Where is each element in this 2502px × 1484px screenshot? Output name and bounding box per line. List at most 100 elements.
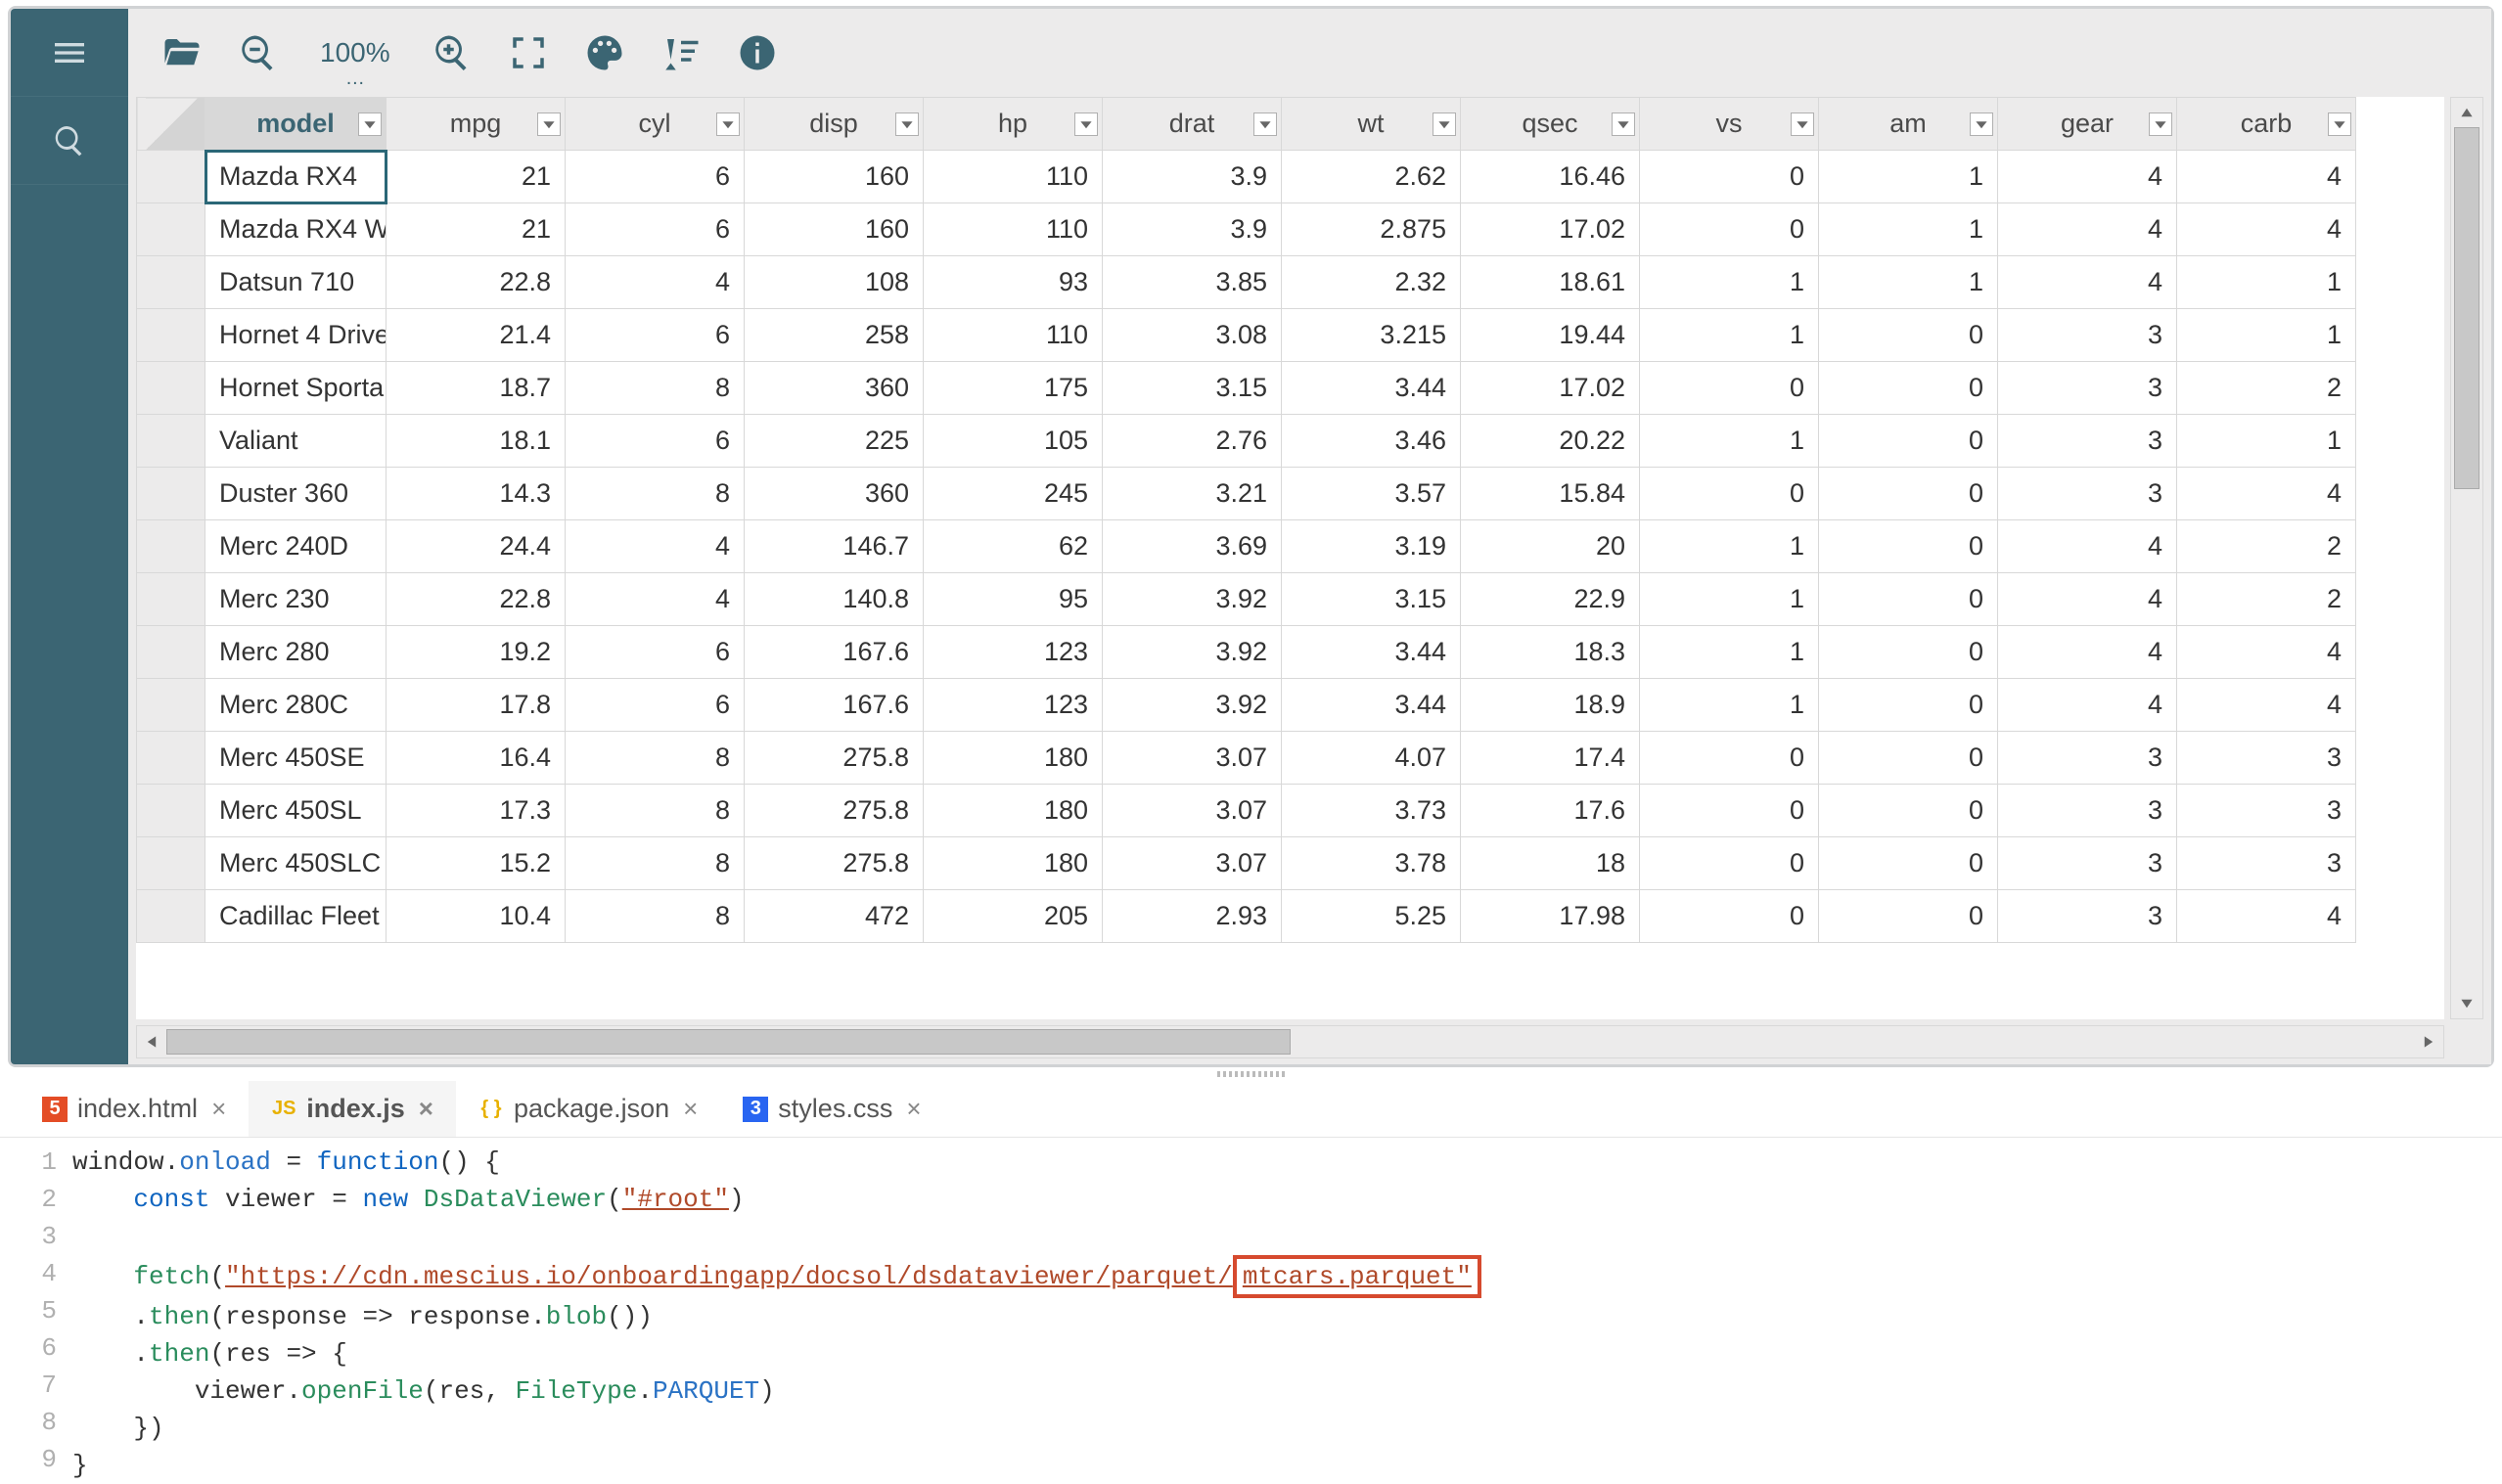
col-header-hp[interactable]: hp: [924, 98, 1103, 151]
cell[interactable]: 10.4: [387, 890, 566, 943]
cell[interactable]: Merc 450SE: [205, 732, 387, 785]
cell[interactable]: 3.92: [1103, 573, 1282, 626]
cell[interactable]: Merc 280C: [205, 679, 387, 732]
cell[interactable]: Hornet Sporta: [205, 362, 387, 415]
cell[interactable]: 4: [566, 573, 745, 626]
open-file-button[interactable]: [161, 32, 203, 73]
cell[interactable]: 21: [387, 203, 566, 256]
sidebar-search-button[interactable]: [11, 97, 128, 185]
cell[interactable]: 1: [1819, 256, 1998, 309]
filter-dropdown-button[interactable]: [1612, 112, 1635, 136]
row-header[interactable]: [137, 785, 205, 837]
cell[interactable]: 180: [924, 785, 1103, 837]
cell[interactable]: 2: [2177, 520, 2356, 573]
row-header[interactable]: [137, 626, 205, 679]
cell[interactable]: 3.85: [1103, 256, 1282, 309]
cell[interactable]: 19.2: [387, 626, 566, 679]
cell[interactable]: 3: [1998, 837, 2177, 890]
cell[interactable]: 14.3: [387, 468, 566, 520]
cell[interactable]: Merc 230: [205, 573, 387, 626]
cell[interactable]: 6: [566, 415, 745, 468]
pane-splitter[interactable]: [0, 1067, 2502, 1081]
sort-filter-button[interactable]: [660, 32, 702, 73]
cell[interactable]: 110: [924, 309, 1103, 362]
cell[interactable]: 0: [1819, 732, 1998, 785]
cell[interactable]: 21: [387, 151, 566, 203]
cell[interactable]: 20.22: [1461, 415, 1640, 468]
cell[interactable]: 4: [2177, 679, 2356, 732]
cell[interactable]: 3.07: [1103, 837, 1282, 890]
cell[interactable]: 2.93: [1103, 890, 1282, 943]
cell[interactable]: 3.57: [1282, 468, 1461, 520]
cell[interactable]: 17.02: [1461, 203, 1640, 256]
cell[interactable]: 3.44: [1282, 626, 1461, 679]
cell[interactable]: 4: [1998, 203, 2177, 256]
close-icon[interactable]: ×: [211, 1094, 226, 1124]
cell[interactable]: 472: [745, 890, 924, 943]
cell[interactable]: 17.8: [387, 679, 566, 732]
cell[interactable]: 180: [924, 732, 1103, 785]
row-header[interactable]: [137, 837, 205, 890]
cell[interactable]: 3.46: [1282, 415, 1461, 468]
cell[interactable]: 167.6: [745, 626, 924, 679]
cell[interactable]: 1: [1640, 256, 1819, 309]
cell[interactable]: 0: [1819, 415, 1998, 468]
cell[interactable]: 0: [1819, 890, 1998, 943]
cell[interactable]: 3: [1998, 890, 2177, 943]
menu-button[interactable]: [11, 9, 128, 97]
cell[interactable]: 24.4: [387, 520, 566, 573]
row-header[interactable]: [137, 203, 205, 256]
cell[interactable]: 175: [924, 362, 1103, 415]
row-header[interactable]: [137, 573, 205, 626]
cell[interactable]: 360: [745, 468, 924, 520]
cell[interactable]: 3.08: [1103, 309, 1282, 362]
close-icon[interactable]: ×: [683, 1094, 698, 1124]
scroll-track[interactable]: [2451, 127, 2482, 989]
close-icon[interactable]: ×: [419, 1094, 433, 1124]
code-content[interactable]: window.onload = function() { const viewe…: [72, 1144, 2502, 1484]
filter-dropdown-button[interactable]: [1970, 112, 1993, 136]
cell[interactable]: 3.9: [1103, 203, 1282, 256]
cell[interactable]: 0: [1819, 679, 1998, 732]
cell[interactable]: 18.7: [387, 362, 566, 415]
cell[interactable]: Mazda RX4 W: [205, 203, 387, 256]
cell[interactable]: Merc 450SL: [205, 785, 387, 837]
cell[interactable]: Valiant: [205, 415, 387, 468]
cell[interactable]: 4: [1998, 151, 2177, 203]
zoom-in-button[interactable]: [432, 32, 473, 73]
fullscreen-button[interactable]: [508, 32, 549, 73]
cell[interactable]: 17.98: [1461, 890, 1640, 943]
cell[interactable]: 4: [2177, 890, 2356, 943]
cell[interactable]: 0: [1640, 468, 1819, 520]
cell[interactable]: 3: [1998, 415, 2177, 468]
cell[interactable]: 140.8: [745, 573, 924, 626]
cell[interactable]: 4: [566, 520, 745, 573]
cell[interactable]: 18.61: [1461, 256, 1640, 309]
cell[interactable]: 8: [566, 837, 745, 890]
cell[interactable]: 17.02: [1461, 362, 1640, 415]
zoom-level[interactable]: 100% …: [320, 37, 390, 68]
cell[interactable]: 3.15: [1103, 362, 1282, 415]
cell[interactable]: 4.07: [1282, 732, 1461, 785]
cell[interactable]: 123: [924, 679, 1103, 732]
scroll-right-arrow[interactable]: [2414, 1026, 2443, 1057]
cell[interactable]: Datsun 710: [205, 256, 387, 309]
cell[interactable]: 180: [924, 837, 1103, 890]
cell[interactable]: 3: [2177, 785, 2356, 837]
cell[interactable]: 160: [745, 203, 924, 256]
horizontal-scrollbar[interactable]: [136, 1025, 2444, 1058]
row-header[interactable]: [137, 520, 205, 573]
cell[interactable]: 3.69: [1103, 520, 1282, 573]
cell[interactable]: 95: [924, 573, 1103, 626]
scroll-down-arrow[interactable]: [2451, 989, 2482, 1018]
scroll-thumb[interactable]: [2454, 127, 2479, 489]
cell[interactable]: 3.9: [1103, 151, 1282, 203]
col-header-drat[interactable]: drat: [1103, 98, 1282, 151]
cell[interactable]: 2.875: [1282, 203, 1461, 256]
col-header-disp[interactable]: disp: [745, 98, 924, 151]
cell[interactable]: 105: [924, 415, 1103, 468]
cell[interactable]: 8: [566, 362, 745, 415]
cell[interactable]: 2.76: [1103, 415, 1282, 468]
cell[interactable]: 0: [1819, 626, 1998, 679]
cell[interactable]: 3.15: [1282, 573, 1461, 626]
